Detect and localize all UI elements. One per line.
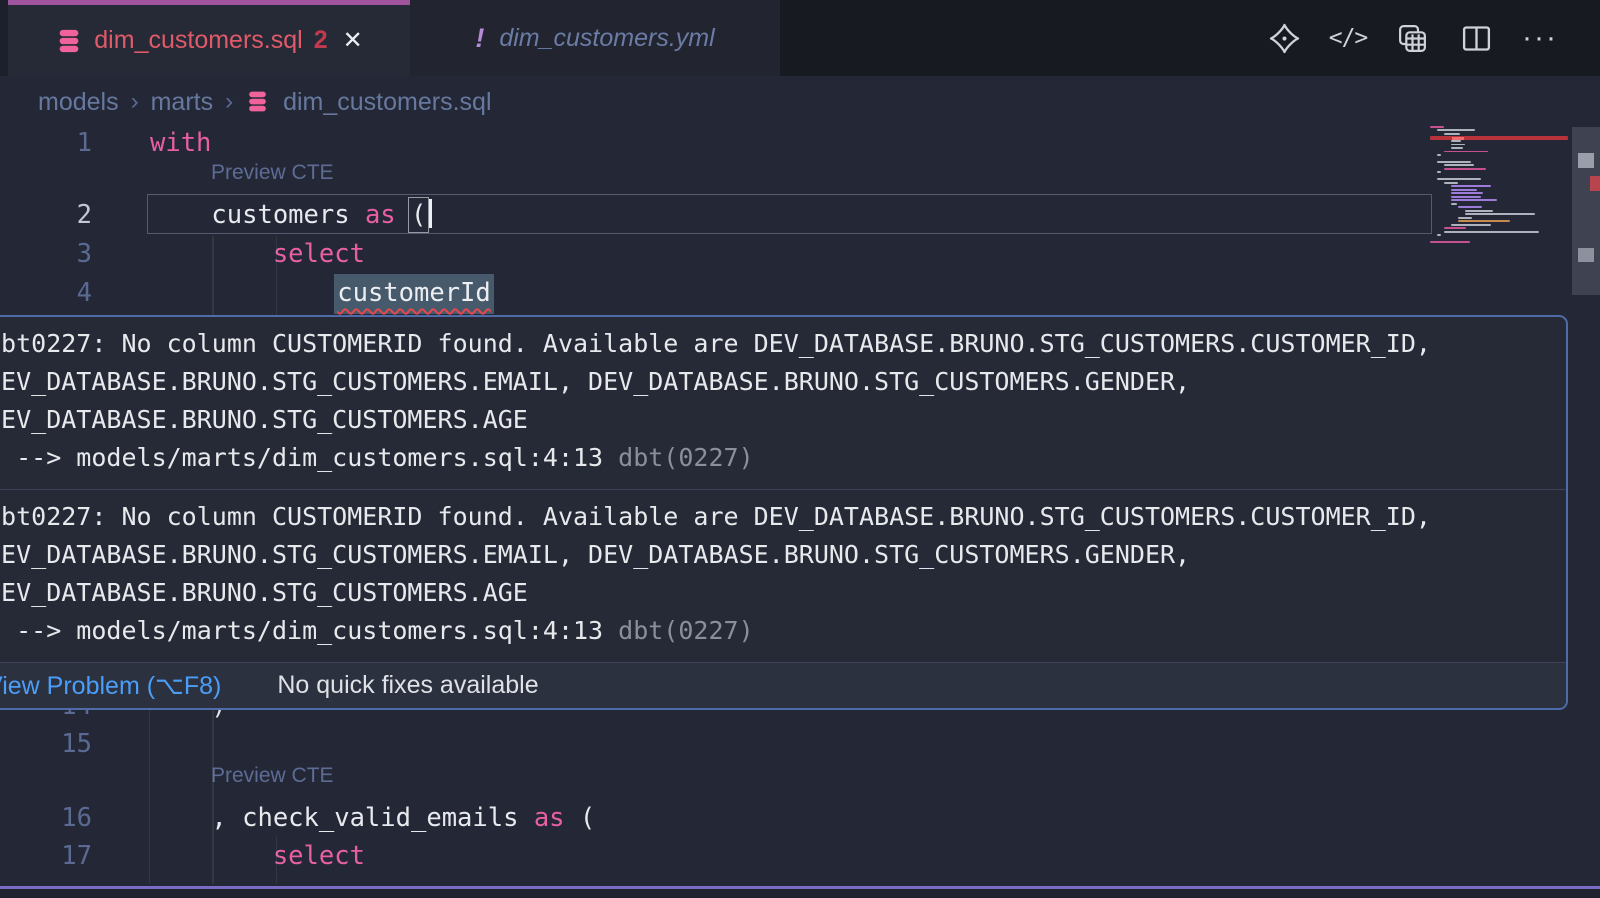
compile-code-icon[interactable]: </> bbox=[1328, 18, 1368, 58]
line-number: 3 bbox=[0, 235, 92, 274]
line-number: 16 bbox=[0, 799, 92, 838]
overview-ruler-marker bbox=[1578, 153, 1594, 168]
warning-icon: ! bbox=[475, 23, 484, 54]
overview-ruler-error-marker bbox=[1590, 176, 1600, 191]
view-problem-link[interactable]: View Problem (⌥F8) bbox=[0, 671, 221, 701]
code-line-4[interactable]: 4 customerId bbox=[0, 274, 1432, 313]
breadcrumb-marts[interactable]: marts bbox=[151, 88, 214, 117]
chevron-right-icon: › bbox=[225, 88, 233, 116]
code-text: select bbox=[150, 837, 365, 876]
indent-guide bbox=[212, 236, 214, 315]
error-location: --> models/marts/dim_customers.sql:4:13 bbox=[0, 443, 618, 472]
code-text: , check_valid_emails as ( bbox=[150, 799, 595, 838]
tab-dim-customers-yml[interactable]: ! dim_customers.yml bbox=[410, 0, 780, 76]
query-results-icon[interactable] bbox=[1392, 18, 1432, 58]
tab-dim-customers-sql[interactable]: dim_customers.sql 2 ✕ bbox=[8, 0, 410, 76]
breadcrumb-file[interactable]: dim_customers.sql bbox=[283, 88, 491, 117]
hover-status-bar: View Problem (⌥F8) No quick fixes availa… bbox=[0, 663, 1566, 708]
breadcrumb-models[interactable]: models bbox=[38, 88, 119, 117]
problem-count-badge: 2 bbox=[314, 26, 328, 55]
indent-guide bbox=[212, 708, 214, 884]
indent-guide bbox=[276, 236, 278, 315]
line-number: 2 bbox=[0, 196, 92, 235]
dbt-logo-icon[interactable] bbox=[1264, 18, 1304, 58]
tab-bar: dim_customers.sql 2 ✕ ! dim_customers.ym… bbox=[0, 0, 1600, 76]
overview-ruler-marker bbox=[1578, 248, 1594, 262]
code-line-3[interactable]: 3 select bbox=[0, 235, 1432, 274]
codelens-preview-cte[interactable]: Preview CTE bbox=[211, 764, 334, 794]
error-hover-panel: dbt0227: No column CUSTOMERID found. Ava… bbox=[0, 315, 1568, 710]
error-source-code: dbt(0227) bbox=[618, 443, 753, 472]
minimap-error-word bbox=[1452, 137, 1464, 141]
code-line-17[interactable]: 17 select bbox=[0, 837, 1432, 876]
chevron-right-icon: › bbox=[131, 88, 139, 116]
code-text: select bbox=[150, 235, 365, 274]
error-source-code: dbt(0227) bbox=[618, 616, 753, 645]
code-line-15[interactable]: 15 bbox=[0, 725, 1432, 764]
editor-actions: </> ··· bbox=[1264, 0, 1560, 76]
line-number: 17 bbox=[0, 837, 92, 876]
line-number: 15 bbox=[0, 725, 92, 764]
database-icon bbox=[245, 89, 271, 115]
close-icon[interactable]: ✕ bbox=[343, 26, 363, 55]
more-actions-icon[interactable]: ··· bbox=[1520, 18, 1560, 58]
error-message-block: dbt0227: No column CUSTOMERID found. Ava… bbox=[0, 317, 1566, 490]
line-number: 1 bbox=[0, 124, 92, 163]
code-text: customerId bbox=[150, 274, 494, 313]
codelens-preview-cte[interactable]: Preview CTE bbox=[211, 161, 334, 191]
code-line-16[interactable]: 16 , check_valid_emails as ( bbox=[0, 799, 1432, 838]
code-line-1[interactable]: 1 with bbox=[0, 124, 1432, 163]
bottom-strip bbox=[0, 889, 1600, 898]
tab-label: dim_customers.sql bbox=[94, 26, 302, 55]
split-editor-icon[interactable] bbox=[1456, 18, 1496, 58]
indent-guide bbox=[149, 708, 151, 884]
database-icon bbox=[55, 27, 83, 55]
indent-guide bbox=[276, 836, 278, 884]
error-word-customerid[interactable]: customerId bbox=[334, 274, 494, 314]
error-location: --> models/marts/dim_customers.sql:4:13 bbox=[0, 616, 618, 645]
minimap[interactable] bbox=[1430, 126, 1568, 245]
line-number: 4 bbox=[0, 274, 92, 313]
tab-label: dim_customers.yml bbox=[499, 24, 714, 53]
code-text: with bbox=[150, 124, 211, 163]
no-quick-fixes-label: No quick fixes available bbox=[277, 671, 538, 700]
error-message-block: dbt0227: No column CUSTOMERID found. Ava… bbox=[0, 490, 1566, 663]
current-line-highlight bbox=[147, 194, 1432, 234]
breadcrumb: models › marts › dim_customers.sql bbox=[38, 86, 492, 118]
